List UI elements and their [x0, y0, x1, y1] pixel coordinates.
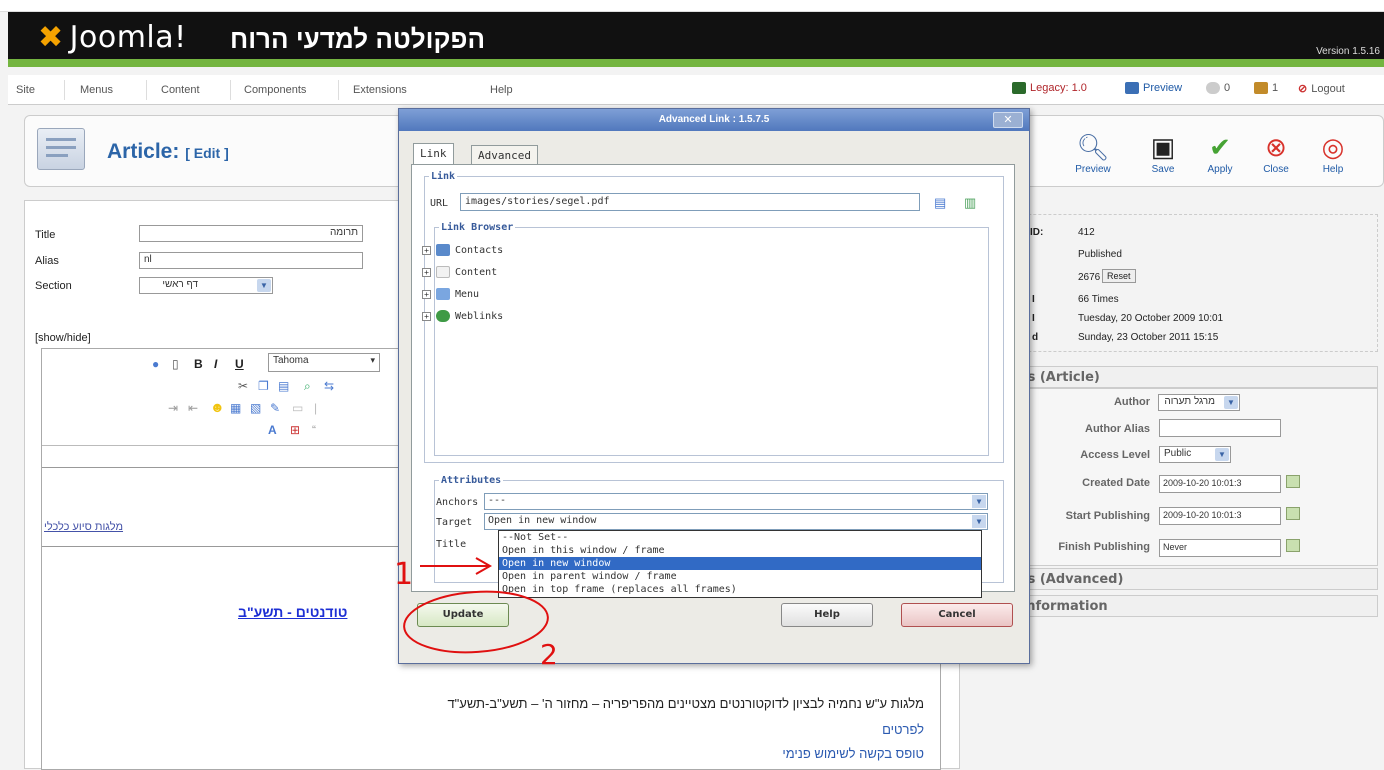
annotation-number-1: 1	[394, 557, 413, 592]
annotation-number-2: 2	[540, 638, 558, 671]
annotation-circle	[403, 590, 549, 654]
red-annotation-overlay: 1 2	[394, 557, 558, 671]
